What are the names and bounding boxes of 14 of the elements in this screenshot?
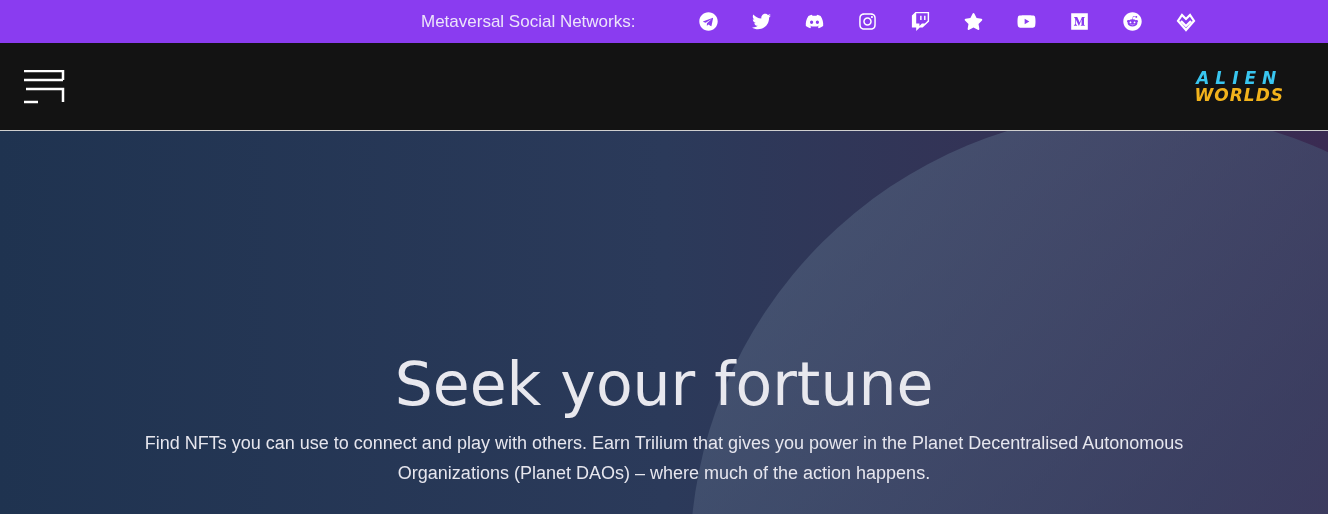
letter-m-icon[interactable] <box>1070 12 1090 31</box>
paper-plane-icon[interactable] <box>699 12 719 31</box>
play-icon[interactable] <box>1017 12 1037 31</box>
bird-icon[interactable] <box>752 12 772 31</box>
game-controller-icon[interactable] <box>805 12 825 31</box>
heart-outline-icon[interactable] <box>1176 11 1197 32</box>
hero-description: Find NFTs you can use to connect and play with others. Earn Trilium that gives you power in the Planet Decentralised Autonomous Organizations (Planet DAOs) – where much of the action happens. <box>143 432 1185 485</box>
speech-bubble-icon[interactable] <box>911 12 931 31</box>
game-logo[interactable]: ALIEN WORLDS <box>1194 69 1284 104</box>
camera-icon[interactable] <box>858 12 878 31</box>
menu-icon[interactable] <box>24 69 66 104</box>
star-icon[interactable] <box>964 12 984 31</box>
social-label: Metaversal Social Networks: <box>421 10 636 33</box>
robot-face-icon[interactable] <box>1123 12 1143 31</box>
